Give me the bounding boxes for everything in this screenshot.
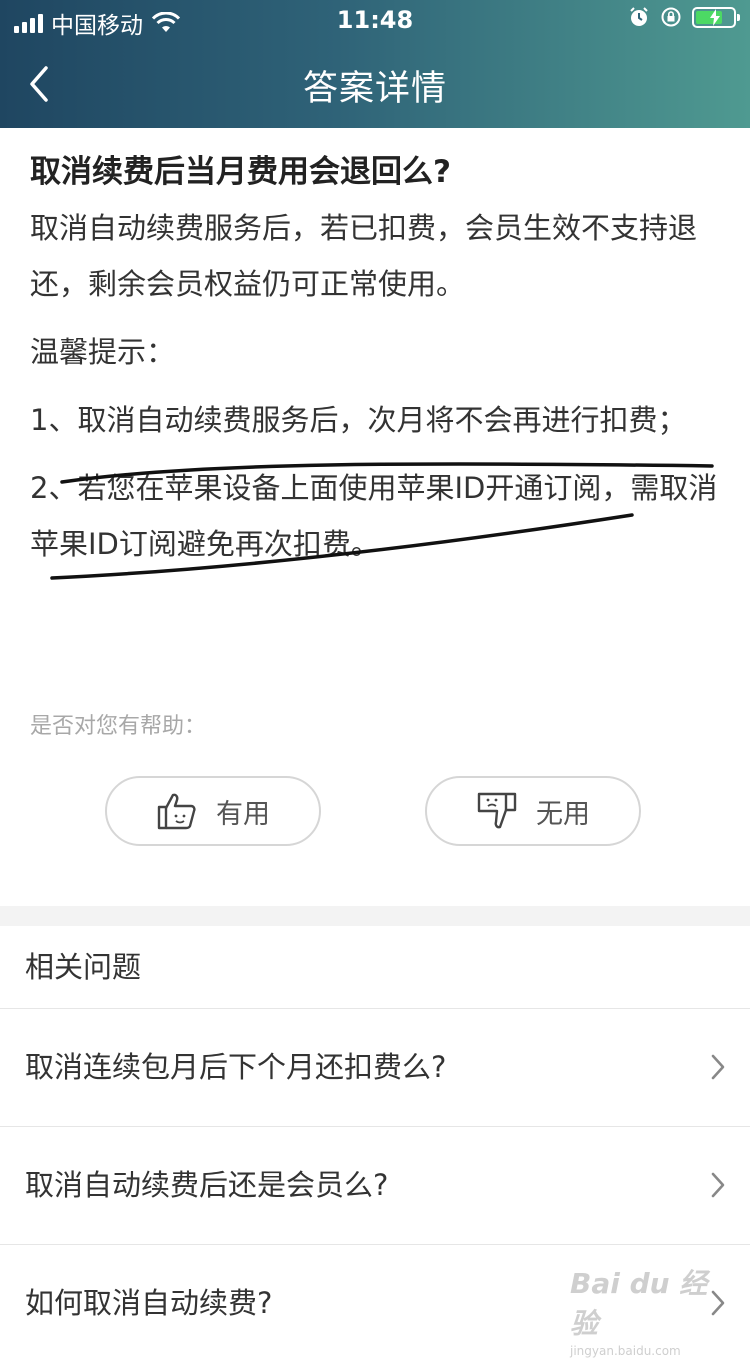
battery-icon xyxy=(692,6,740,28)
related-item-label: 如何取消自动续费? xyxy=(25,1286,273,1320)
alarm-icon xyxy=(628,6,650,28)
answer-content: 取消续费后当月费用会退回么? 取消自动续费服务后，若已扣费，会员生效不支持退还，… xyxy=(30,128,720,584)
chevron-right-icon xyxy=(711,1172,725,1198)
page-title: 答案详情 xyxy=(302,69,447,109)
tip-heading: 温馨提示： xyxy=(30,335,176,369)
related-item-label: 取消连续包月后下个月还扣费么? xyxy=(25,1050,447,1084)
section-divider xyxy=(0,906,750,926)
thumbs-down-icon xyxy=(477,792,517,829)
watermark-url: jingyan.baidu.com xyxy=(570,1344,681,1358)
useful-label: 有用 xyxy=(216,798,270,830)
watermark-brand: Bai du 经验 xyxy=(570,1267,708,1340)
useful-button[interactable]: 有用 xyxy=(105,776,321,846)
baidu-jingyan-watermark: Bai du 经验 jingyan.baidu.com xyxy=(570,1262,710,1358)
useless-label: 无用 xyxy=(536,798,590,830)
chevron-right-icon xyxy=(711,1290,725,1316)
chevron-right-icon xyxy=(711,1054,725,1080)
status-bar: 中国移动 11:48 xyxy=(0,0,750,40)
related-item[interactable]: 取消自动续费后还是会员么? xyxy=(0,1126,750,1244)
related-item[interactable]: 取消连续包月后下个月还扣费么? xyxy=(0,1008,750,1126)
answer-paragraph: 取消自动续费服务后，若已扣费，会员生效不支持退还，剩余会员权益仍可正常使用。 xyxy=(30,211,698,301)
related-heading: 相关问题 xyxy=(25,950,142,984)
useless-button[interactable]: 无用 xyxy=(425,776,641,846)
answer-body: 取消自动续费服务后，若已扣费，会员生效不支持退还，剩余会员权益仍可正常使用。 温… xyxy=(30,200,720,572)
nav-bar: 答案详情 xyxy=(0,40,750,128)
header-bar: 中国移动 11:48 答案详情 xyxy=(0,0,750,128)
feedback-prompt: 是否对您有帮助： xyxy=(30,714,207,739)
related-item-label: 取消自动续费后还是会员么? xyxy=(25,1168,389,1202)
rotation-lock-icon xyxy=(660,6,682,28)
tip-item: 1、取消自动续费服务后，次月将不会再进行扣费； xyxy=(30,403,687,437)
thumbs-up-icon xyxy=(157,793,196,830)
tip-item: 2、若您在苹果设备上面使用苹果ID开通订阅，需取消苹果ID订阅避免再次扣费。 xyxy=(30,471,718,561)
question-title: 取消续费后当月费用会退回么? xyxy=(30,154,451,190)
